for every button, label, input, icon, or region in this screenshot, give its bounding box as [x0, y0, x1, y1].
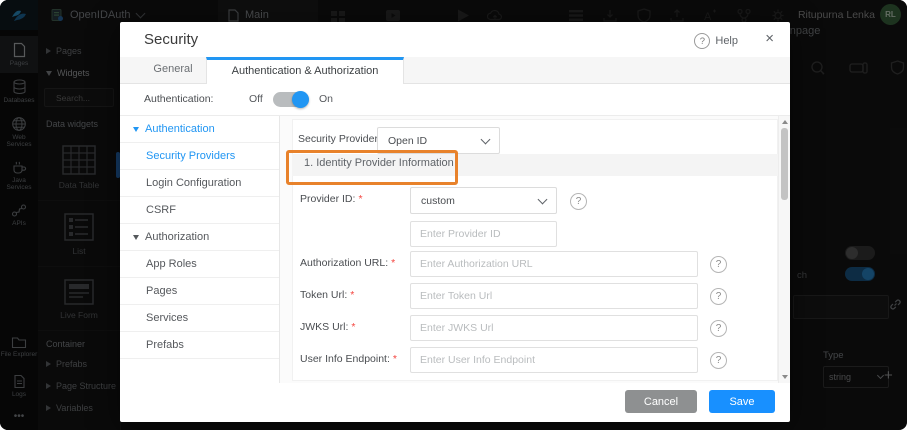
- authentication-switch[interactable]: [273, 92, 309, 107]
- security-provider-label: Security Provider:: [298, 133, 381, 145]
- field-label-text: Authorization URL:: [300, 257, 388, 269]
- nav-item-csrf[interactable]: CSRF: [120, 197, 279, 224]
- screenshot: OpenIDAuth Main A Ritupurna Lenka RL Pag…: [0, 0, 907, 430]
- security-provider-select[interactable]: Open ID: [377, 127, 500, 154]
- nav-item-security-providers[interactable]: Security Providers: [120, 143, 279, 170]
- nav-group-label: Authentication: [145, 116, 215, 142]
- chevron-down-icon: [481, 134, 491, 144]
- required-asterisk: *: [350, 289, 354, 301]
- field-label-text: User Info Endpoint:: [300, 353, 390, 365]
- scroll-up-icon: [782, 120, 788, 124]
- app-window: OpenIDAuth Main A Ritupurna Lenka RL Pag…: [0, 0, 907, 430]
- authorization-url-label: Authorization URL:*: [300, 257, 395, 269]
- nav-group-authorization[interactable]: Authorization: [120, 224, 279, 251]
- caret-down-icon: [133, 127, 139, 132]
- nav-item-prefabs[interactable]: Prefabs: [120, 332, 279, 359]
- section-title: 1. Identity Provider Information: [304, 157, 454, 169]
- authentication-label: Authentication:: [144, 93, 213, 105]
- jwks-url-input[interactable]: [410, 315, 698, 341]
- dialog-tabbar: General Authentication & Authorization: [120, 57, 790, 84]
- caret-down-icon: [133, 235, 139, 240]
- tab-authentication-authorization[interactable]: Authentication & Authorization: [206, 57, 404, 84]
- required-asterisk: *: [391, 257, 395, 269]
- select-value: custom: [421, 195, 455, 207]
- security-dialog: Security ? Help × General Authentication…: [120, 22, 790, 422]
- token-url-input[interactable]: [410, 283, 698, 309]
- security-nav: Authentication Security Providers Login …: [120, 116, 280, 383]
- scrollbar-thumb[interactable]: [781, 128, 788, 200]
- field-label-text: Token Url:: [300, 289, 347, 301]
- field-label-text: Provider ID:: [300, 193, 355, 205]
- dialog-body: Authentication Security Providers Login …: [120, 115, 790, 383]
- authorization-url-input[interactable]: [410, 251, 698, 277]
- help-icon: ?: [694, 33, 710, 49]
- form-scrollbar[interactable]: [778, 116, 790, 383]
- help-label: Help: [715, 35, 738, 47]
- provider-id-input[interactable]: [410, 221, 557, 247]
- close-icon[interactable]: ×: [765, 30, 774, 47]
- help-icon[interactable]: ?: [710, 288, 727, 305]
- nav-group-label: Authorization: [145, 224, 209, 250]
- jwks-url-label: JWKS Url:*: [300, 321, 356, 333]
- required-asterisk: *: [358, 193, 362, 205]
- chevron-down-icon: [538, 194, 548, 204]
- help-button[interactable]: ? Help: [694, 33, 738, 49]
- user-info-endpoint-input[interactable]: [410, 347, 698, 373]
- token-url-label: Token Url:*: [300, 289, 354, 301]
- nav-item-app-roles[interactable]: App Roles: [120, 251, 279, 278]
- select-value: Open ID: [388, 135, 427, 147]
- dialog-title: Security: [144, 31, 198, 48]
- cancel-button[interactable]: Cancel: [625, 390, 697, 413]
- help-icon[interactable]: ?: [710, 320, 727, 337]
- provider-id-label: Provider ID:*: [300, 193, 363, 205]
- required-asterisk: *: [393, 353, 397, 365]
- field-label-text: JWKS Url:: [300, 321, 348, 333]
- nav-item-services[interactable]: Services: [120, 305, 279, 332]
- tab-general[interactable]: General: [140, 57, 206, 84]
- provider-form: Security Provider: Open ID 1. Identity P…: [280, 116, 778, 383]
- provider-id-select[interactable]: custom: [410, 187, 557, 214]
- toggle-off-label: Off: [249, 93, 263, 105]
- nav-item-pages[interactable]: Pages: [120, 278, 279, 305]
- nav-group-authentication[interactable]: Authentication: [120, 116, 279, 143]
- nav-item-login-configuration[interactable]: Login Configuration: [120, 170, 279, 197]
- save-button[interactable]: Save: [709, 390, 775, 413]
- scroll-down-icon: [782, 375, 788, 379]
- authentication-toggle-row: Authentication: Off On: [120, 84, 790, 115]
- help-icon[interactable]: ?: [710, 256, 727, 273]
- switch-knob: [292, 91, 309, 108]
- required-asterisk: *: [351, 321, 355, 333]
- help-icon[interactable]: ?: [710, 352, 727, 369]
- user-info-endpoint-label: User Info Endpoint:*: [300, 353, 397, 365]
- toggle-on-label: On: [319, 93, 333, 105]
- help-icon[interactable]: ?: [570, 193, 587, 210]
